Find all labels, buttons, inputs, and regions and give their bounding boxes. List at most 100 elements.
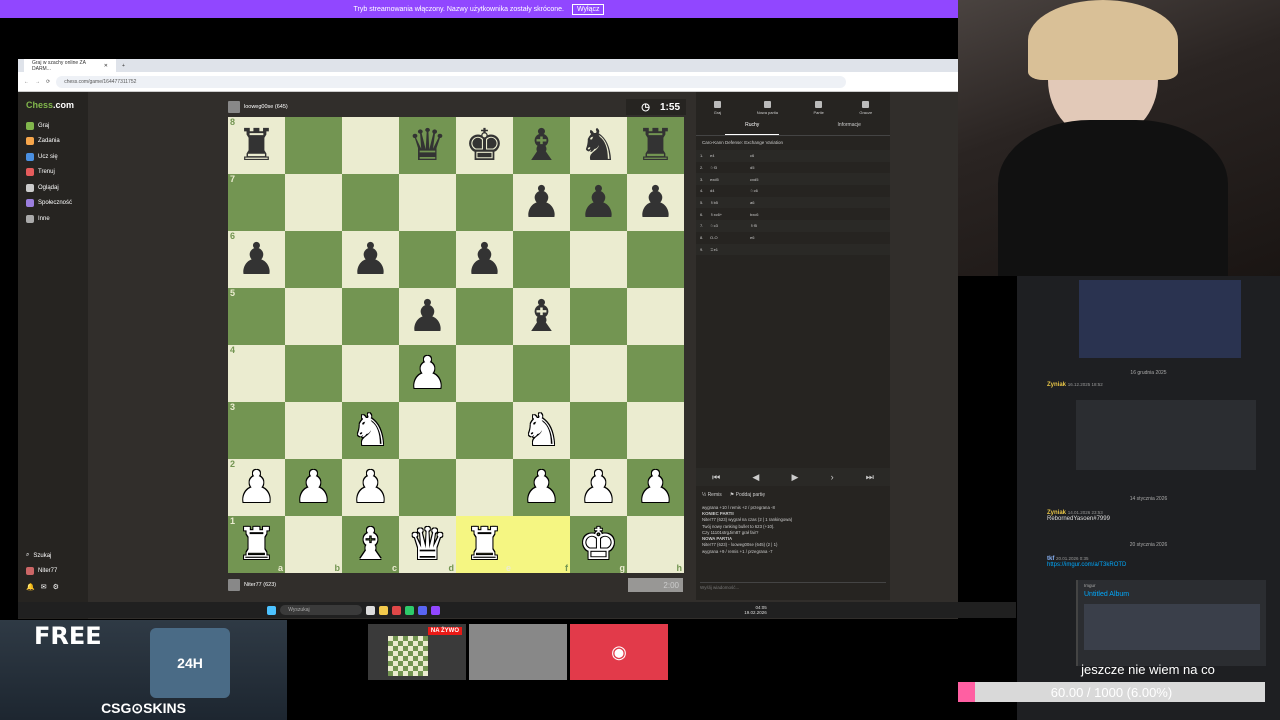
square-a2[interactable]: 2 ♟ — [228, 459, 285, 516]
move-san[interactable]: ♘c6 — [750, 188, 790, 193]
chat-input[interactable]: Wyślij wiadomość... — [700, 582, 886, 592]
white-pawn-icon[interactable]: ♟ — [408, 351, 447, 396]
url-field[interactable]: chess.com/game/164477311752 — [56, 75, 847, 88]
sidebar-item-2[interactable]: Ucz się — [18, 149, 88, 165]
square-e1[interactable]: e ♜ — [456, 516, 513, 573]
move-san[interactable]: e6 — [750, 235, 790, 240]
black-bishop-icon[interactable]: ♝ — [522, 123, 561, 168]
square-e4[interactable] — [456, 345, 513, 402]
white-pawn-icon[interactable]: ♟ — [294, 465, 333, 510]
white-rook-icon[interactable]: ♜ — [465, 522, 504, 567]
square-g5[interactable] — [570, 288, 627, 345]
first-move-icon[interactable]: ⏮ — [712, 472, 720, 483]
spotify-icon[interactable] — [405, 605, 415, 615]
black-king-icon[interactable]: ♚ — [465, 123, 504, 168]
square-c3[interactable]: ♞ — [342, 402, 399, 459]
bottom-player-name[interactable]: Niter77 (623) — [244, 582, 276, 588]
prev-move-icon[interactable]: ◀ — [752, 472, 759, 483]
square-b6[interactable] — [285, 231, 342, 288]
forward-icon[interactable]: → — [35, 79, 40, 85]
square-a1[interactable]: 1 a ♜ — [228, 516, 285, 573]
black-pawn-icon[interactable]: ♟ — [522, 180, 561, 225]
square-c7[interactable] — [342, 174, 399, 231]
square-f4[interactable] — [513, 345, 570, 402]
move-san[interactable]: d5 — [750, 165, 790, 170]
tab-info[interactable]: Informacje — [838, 122, 861, 135]
top-player-name[interactable]: looweg00se (645) — [244, 104, 288, 110]
tab-moves[interactable]: Ruchy — [725, 122, 780, 135]
white-pawn-icon[interactable]: ♟ — [237, 465, 276, 510]
square-d5[interactable]: ♟ — [399, 288, 456, 345]
folder-icon[interactable] — [379, 605, 389, 615]
square-e5[interactable] — [456, 288, 513, 345]
sidebar-item-4[interactable]: Oglądaj — [18, 180, 88, 196]
move-san[interactable]: bxc6 — [750, 212, 790, 217]
square-c8[interactable] — [342, 117, 399, 174]
square-e8[interactable]: ♚ — [456, 117, 513, 174]
white-pawn-icon[interactable]: ♟ — [351, 465, 390, 510]
browser-tab[interactable]: Graj w szachy online ZA DARM... ✕ — [24, 59, 116, 72]
square-e2[interactable] — [456, 459, 513, 516]
square-d2[interactable] — [399, 459, 456, 516]
move-san[interactable]: e4 — [710, 153, 750, 158]
square-a5[interactable]: 5 — [228, 288, 285, 345]
disable-stream-mode-button[interactable]: Wyłącz — [571, 3, 605, 15]
taskview-icon[interactable] — [366, 605, 376, 615]
back-icon[interactable]: ← — [24, 79, 29, 85]
square-f5[interactable]: ♝ — [513, 288, 570, 345]
square-b1[interactable]: b — [285, 516, 342, 573]
move-san[interactable]: ♗xc6+ — [710, 212, 750, 217]
move-san[interactable]: a6 — [750, 200, 790, 205]
square-d3[interactable] — [399, 402, 456, 459]
black-rook-icon[interactable]: ♜ — [636, 123, 675, 168]
square-d7[interactable] — [399, 174, 456, 231]
windows-start-icon[interactable] — [267, 605, 277, 615]
avatar[interactable] — [228, 101, 240, 113]
square-d4[interactable]: ♟ — [399, 345, 456, 402]
square-b4[interactable] — [285, 345, 342, 402]
square-d8[interactable]: ♛ — [399, 117, 456, 174]
square-g1[interactable]: g ♚ — [570, 516, 627, 573]
play-icon[interactable]: ▶ — [792, 472, 799, 483]
move-san[interactable]: ♖e1 — [710, 247, 750, 252]
square-g8[interactable]: ♞ — [570, 117, 627, 174]
square-c2[interactable]: ♟ — [342, 459, 399, 516]
avatar[interactable] — [228, 579, 240, 591]
panel-tab-1[interactable]: Nowa partia — [757, 101, 778, 122]
embed-image[interactable] — [1084, 604, 1260, 650]
panel-tab-3[interactable]: Gracze — [859, 101, 872, 122]
imgur-embed[interactable]: Imgur Untitled Album — [1076, 580, 1266, 666]
square-f8[interactable]: ♝ — [513, 117, 570, 174]
black-bishop-icon[interactable]: ♝ — [522, 294, 561, 339]
square-d1[interactable]: d ♛ — [399, 516, 456, 573]
last-move-icon[interactable]: ⏭ — [866, 472, 874, 483]
chrome-icon[interactable] — [392, 605, 402, 615]
move-san[interactable]: O-O — [710, 235, 750, 240]
square-a4[interactable]: 4 — [228, 345, 285, 402]
square-h7[interactable]: ♟ — [627, 174, 684, 231]
square-b7[interactable] — [285, 174, 342, 231]
square-h5[interactable] — [627, 288, 684, 345]
panel-tab-2[interactable]: Partie — [813, 101, 824, 122]
chess-board[interactable]: 8 ♜ ♛ ♚ ♝ ♞ ♜ 7 ♟ ♟ ♟ 6 ♟ ♟ ♟ 5 ♟ ♝ 4 ♟ 3 ♞ ♞ 2 ♟ ♟ ♟ ♟ ♟ ♟ 1 a ♜ b c ♝ d ♛ e ♜… — [228, 117, 684, 573]
square-h2[interactable]: ♟ — [627, 459, 684, 516]
square-b5[interactable] — [285, 288, 342, 345]
white-knight-icon[interactable]: ♞ — [522, 408, 561, 453]
opening-name[interactable]: Caro-Kann Defense: Exchange Variation — [696, 136, 890, 150]
white-pawn-icon[interactable]: ♟ — [579, 465, 618, 510]
sidebar-item-6[interactable]: Inne — [18, 211, 88, 227]
square-a6[interactable]: 6 ♟ — [228, 231, 285, 288]
next-move-icon[interactable]: › — [831, 472, 834, 482]
resign-button[interactable]: ⚑ Poddaj partię — [730, 492, 765, 498]
white-bishop-icon[interactable]: ♝ — [351, 522, 390, 567]
square-c1[interactable]: c ♝ — [342, 516, 399, 573]
move-san[interactable]: cxd5 — [750, 177, 790, 182]
square-e6[interactable]: ♟ — [456, 231, 513, 288]
message-author[interactable]: Zyniak — [1047, 382, 1066, 388]
black-pawn-icon[interactable]: ♟ — [636, 180, 675, 225]
white-pawn-icon[interactable]: ♟ — [636, 465, 675, 510]
taskbar-search[interactable]: Wyszukaj — [280, 605, 363, 615]
obs-icon[interactable] — [431, 605, 441, 615]
square-g7[interactable]: ♟ — [570, 174, 627, 231]
square-c6[interactable]: ♟ — [342, 231, 399, 288]
